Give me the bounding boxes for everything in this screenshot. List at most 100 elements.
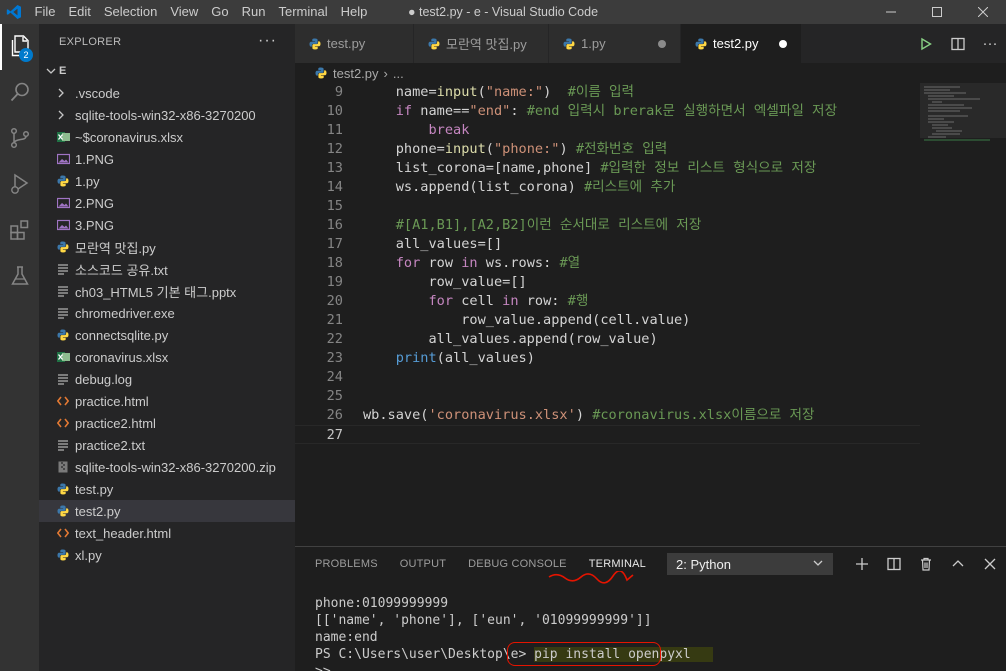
breadcrumb-symbols[interactable]: ... [393,66,404,81]
tree-file[interactable]: ~$coronavirus.xlsx [39,126,295,148]
trash-icon[interactable] [910,553,942,575]
line-number: 14 [326,179,343,195]
run-icon[interactable] [910,37,942,51]
line-number: 24 [326,369,343,385]
tree-file[interactable]: coronavirus.xlsx [39,346,295,368]
python-file-icon [55,173,71,189]
tab-test-py[interactable]: test.py [295,24,414,63]
tree-file[interactable]: 1.PNG [39,148,295,170]
line-number: 27 [326,427,343,443]
menu-file[interactable]: File [28,0,62,24]
maximize-icon[interactable] [914,0,960,24]
split-editor-icon[interactable] [942,37,974,51]
minimap-code-preview [924,86,990,141]
minimap[interactable] [920,83,1006,546]
menu-selection[interactable]: Selection [97,0,163,24]
red-scribble-underline [548,571,634,584]
line-number: 20 [326,293,343,309]
breadcrumb-separator: › [383,65,388,81]
tab-moran-py[interactable]: 모란역 맛집.py [414,24,549,63]
tab-debug-console[interactable]: DEBUG CONSOLE [468,558,567,570]
tree-item-label: practice.html [75,393,149,409]
menu-help[interactable]: Help [334,0,374,24]
tab-1-py[interactable]: 1.py [549,24,681,63]
tree-file[interactable]: chromedriver.exe [39,302,295,324]
menu-edit[interactable]: Edit [62,0,97,24]
tree-file[interactable]: 소스코드 공유.txt [39,258,295,280]
tree-file[interactable]: connectsqlite.py [39,324,295,346]
terminal-select[interactable]: 2: Python [667,553,833,575]
search-activity[interactable] [0,70,39,116]
tab-terminal[interactable]: TERMINAL [589,558,646,570]
terminal-line: phone:01099999999 [315,596,449,611]
close-icon[interactable] [960,0,1006,24]
tree-item-label: chromedriver.exe [75,305,175,321]
tree-item-label: .vscode [75,85,120,101]
tree-file[interactable]: sqlite-tools-win32-x86-3270200.zip [39,456,295,478]
tab-output[interactable]: OUTPUT [400,558,446,570]
tree-file[interactable]: 2.PNG [39,192,295,214]
menu-go[interactable]: Go [205,0,235,24]
explorer-badge: 2 [19,48,33,62]
workspace-folder-e[interactable]: E [39,60,295,82]
tree-item-label: 소스코드 공유.txt [75,262,168,278]
explorer-activity[interactable]: 2 [0,24,39,70]
tree-file[interactable]: 모란역 맛집.py [39,236,295,258]
tree-item-label: debug.log [75,371,133,387]
menu-run[interactable]: Run [235,0,272,24]
testing-activity[interactable] [0,254,39,300]
menu-view[interactable]: View [164,0,205,24]
close-panel-icon[interactable] [974,553,1006,575]
tree-file[interactable]: practice2.txt [39,434,295,456]
document-file-icon [55,283,71,299]
tree-file[interactable]: xl.py [39,544,295,566]
tree-file[interactable]: debug.log [39,368,295,390]
image-file-icon [55,151,71,167]
code-editor[interactable]: 9 name=input("name:") #이름 입력 10 if name=… [295,83,920,546]
tree-file[interactable]: text_header.html [39,522,295,544]
code-line: 20 for cell in row: #행 [295,292,920,311]
tree-file[interactable]: 3.PNG [39,214,295,236]
python-file-icon [55,481,71,497]
python-file-icon [309,38,321,50]
tree-file[interactable]: test.py [39,478,295,500]
line-number: 10 [326,103,343,119]
run-debug-activity[interactable] [0,162,39,208]
source-control-icon [8,126,32,153]
tree-file[interactable]: 1.py [39,170,295,192]
minimize-icon[interactable] [868,0,914,24]
tree-file[interactable]: practice2.html [39,412,295,434]
menu-terminal[interactable]: Terminal [272,0,334,24]
more-actions-icon[interactable]: ··· [974,35,1006,52]
code-line: 18 for row in ws.rows: #열 [295,254,920,273]
add-terminal-icon[interactable] [846,553,878,575]
python-file-icon [55,327,71,343]
tree-folder[interactable]: sqlite-tools-win32-x86-3270200 [39,104,295,126]
unsaved-dot-icon[interactable] [658,39,666,48]
code-line: 23 print(all_values) [295,349,920,368]
code-line: 19 row_value=[] [295,273,920,292]
tab-label: test.py [327,36,366,51]
breadcrumb: test2.py › ... [295,63,1006,83]
editor-tabs: test.py 모란역 맛집.py 1.py test2.py ··· [295,24,1006,63]
tree-file[interactable]: ch03_HTML5 기본 태그.pptx [39,280,295,302]
panel-actions [846,553,1006,575]
source-control-activity[interactable] [0,116,39,162]
chevron-up-icon[interactable] [942,553,974,575]
tree-file[interactable]: practice.html [39,390,295,412]
tree-file[interactable]: test2.py [39,500,295,522]
extensions-activity[interactable] [0,208,39,254]
terminal-select-value: 2: Python [676,556,731,572]
unsaved-dot-icon[interactable] [779,39,787,48]
split-terminal-icon[interactable] [878,553,910,575]
tree-item-label: 모란역 맛집.py [75,240,156,256]
tree-folder[interactable]: .vscode [39,82,295,104]
breadcrumb-file[interactable]: test2.py [333,66,379,81]
more-actions-icon[interactable]: ··· [258,32,277,50]
excel-file-icon [55,129,71,145]
tab-test2-py[interactable]: test2.py [681,24,802,63]
python-file-icon [55,547,71,563]
line-number: 15 [326,198,343,214]
tab-problems[interactable]: PROBLEMS [315,558,378,570]
run-debug-icon [8,172,32,199]
